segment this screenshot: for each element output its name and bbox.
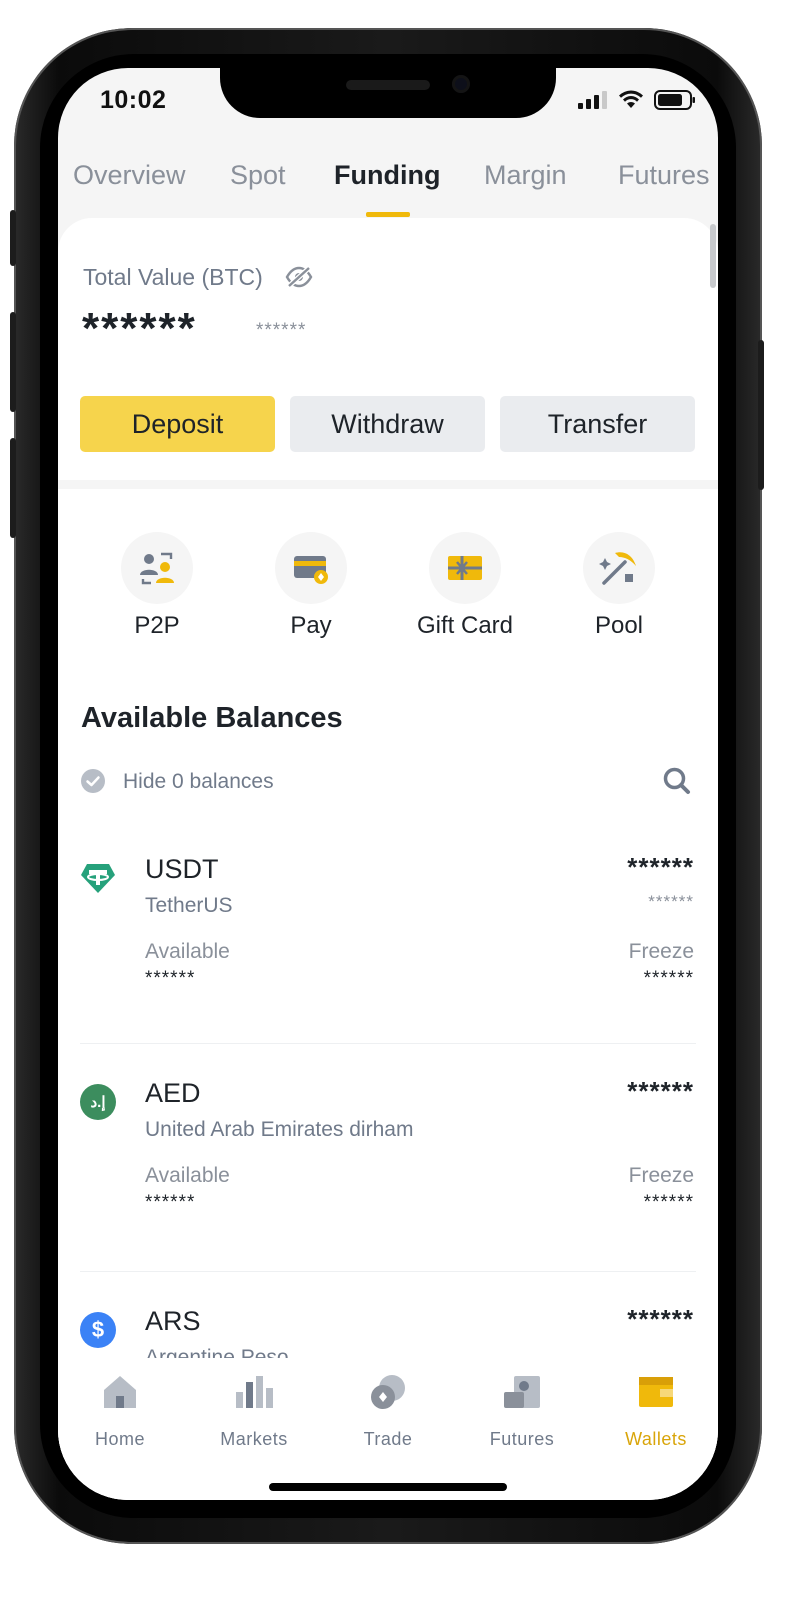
signal-icon [578,91,607,109]
quick-link-label: Pay [290,612,332,639]
phone-screen: 10:02 Overview Spot Funding Margin Futur… [58,68,718,1500]
hide-zero-balances-label[interactable]: Hide 0 balances [123,770,274,794]
freeze-label: Freeze [628,940,694,963]
nav-wallets[interactable]: Wallets [601,1372,711,1450]
freeze-value: ****** [643,968,694,989]
deposit-button[interactable]: Deposit [80,396,275,452]
nav-label: Wallets [625,1429,687,1449]
tab-spot[interactable]: Spot [230,160,286,191]
nav-futures[interactable]: Futures [467,1372,577,1450]
wallet-tabs: Overview Spot Funding Margin Futures [58,160,718,220]
bar-chart-icon [236,1376,273,1408]
nav-markets[interactable]: Markets [199,1372,309,1450]
row-divider [80,1043,696,1044]
nav-trade[interactable]: Trade [333,1372,443,1450]
quick-link-pool[interactable]: Pool [559,532,679,640]
nav-label: Trade [363,1429,413,1449]
tether-logo [80,860,116,896]
bottom-navigation: Home Markets Trade Futures Wallets [58,1358,718,1500]
hide-balance-eye-icon[interactable] [285,266,313,288]
p2p-icon [121,532,193,604]
volume-down-button [10,438,16,538]
transfer-button[interactable]: Transfer [500,396,695,452]
tab-funding[interactable]: Funding [334,160,440,191]
scrollbar[interactable] [710,224,716,288]
quick-link-gift-card[interactable]: Gift Card [405,532,525,640]
asset-name: TetherUS [145,894,233,917]
asset-amount: ****** [627,1076,694,1106]
row-divider [80,1271,696,1272]
quick-link-p2p[interactable]: P2P [97,532,217,640]
total-value: ****** [82,304,197,353]
hide-zero-checkbox-icon[interactable] [80,768,106,794]
home-indicator[interactable] [269,1483,507,1491]
available-label: Available [145,1164,230,1187]
mute-switch [10,210,16,266]
status-icons [578,90,696,110]
search-icon[interactable] [662,766,692,796]
tab-futures[interactable]: Futures [618,160,710,191]
asset-amount: ****** [627,1304,694,1334]
nav-label: Markets [220,1429,288,1449]
nav-label: Futures [489,1429,555,1449]
total-value-label: Total Value (BTC) [83,264,263,290]
freeze-label: Freeze [628,1164,694,1187]
tab-margin[interactable]: Margin [484,160,567,191]
nav-label: Home [94,1429,145,1449]
notch [220,68,556,118]
quick-link-label: Gift Card [416,612,514,639]
section-divider [58,480,718,489]
battery-icon [654,90,695,110]
quick-link-pay[interactable]: Pay [251,532,371,640]
status-time: 10:02 [100,86,167,114]
pickaxe-icon [583,532,655,604]
power-button [758,340,764,490]
asset-symbol: AED [145,1078,201,1108]
wifi-icon [619,90,643,108]
available-value: ****** [145,1192,196,1213]
asset-symbol: ARS [145,1306,201,1336]
wallet-icon [639,1377,673,1407]
volume-up-button [10,312,16,412]
home-icon [104,1376,136,1408]
dollar-logo: $ [80,1312,116,1348]
front-camera [452,75,470,93]
quick-link-label: Pool [594,612,644,639]
asset-name: United Arab Emirates dirham [145,1118,414,1141]
pay-card-icon [275,532,347,604]
asset-symbol: USDT [145,854,219,884]
trade-icon [371,1375,405,1409]
futures-icon [504,1376,540,1408]
total-value-fiat: ****** [256,320,307,341]
nav-home[interactable]: Home [65,1372,175,1450]
earpiece-speaker [346,80,430,90]
gift-card-icon [429,532,501,604]
available-balances-title: Available Balances [81,702,343,734]
quick-link-label: P2P [134,612,180,639]
available-label: Available [145,940,230,963]
withdraw-button[interactable]: Withdraw [290,396,485,452]
asset-amount: ****** [627,852,694,882]
asset-amount-fiat: ****** [648,892,694,911]
available-value: ****** [145,968,196,989]
tab-overview[interactable]: Overview [73,160,186,191]
freeze-value: ****** [643,1192,694,1213]
active-tab-indicator [366,212,410,217]
aed-logo: إ.د [80,1084,116,1120]
